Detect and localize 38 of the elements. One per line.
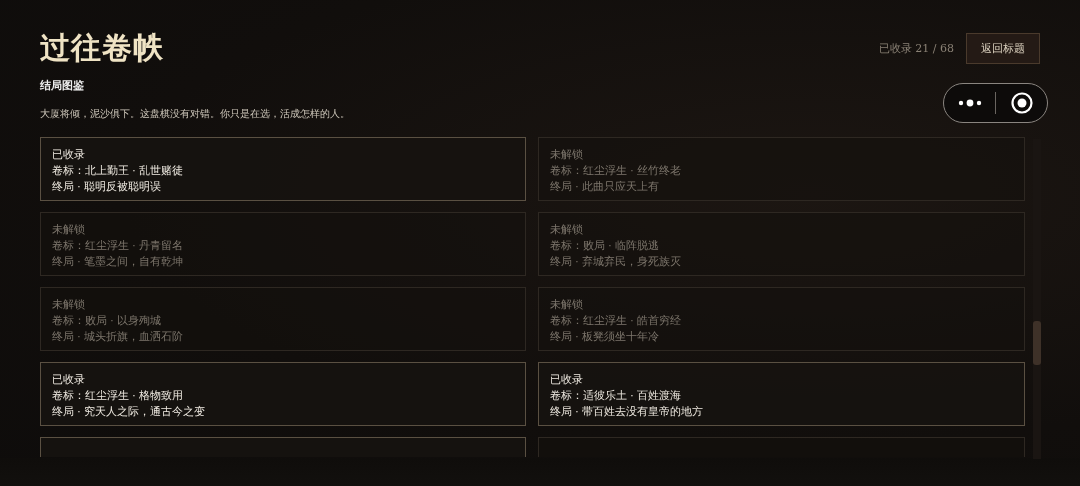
ending-label: 终局 · 聪明反被聪明误: [52, 179, 162, 194]
back-to-title-button[interactable]: 返回标题: [966, 32, 1040, 64]
status-label: 未解锁: [52, 297, 86, 312]
ending-label: 终局 · 城头折旗，血洒石阶: [52, 329, 184, 344]
ending-card[interactable]: 已收录 卷标：红尘浮生 · 格物致用 终局 · 究天人之际，通古今之变: [40, 362, 526, 426]
ending-card[interactable]: 未解锁 卷标：红尘浮生 · 丹青留名 终局 · 笔墨之间，自有乾坤: [40, 212, 526, 276]
ending-label: 终局 · 板凳须坐十年冷: [550, 329, 660, 344]
more-icon[interactable]: [957, 99, 982, 107]
description-text: 大厦将倾，泥沙俱下。这盘棋没有对错。你只是在选，活成怎样的人。: [40, 107, 350, 121]
ending-label: 终局 · 究天人之际，通古今之变: [52, 404, 206, 419]
volume-label: 卷标：适彼乐土 · 百姓渡海: [550, 388, 682, 403]
status-label: 已收录: [52, 147, 86, 162]
status-label: 已收录: [52, 372, 86, 387]
ending-label: 终局 · 带百姓去没有皇帝的地方: [550, 404, 704, 419]
ending-card[interactable]: 未解锁 卷标：红尘浮生 · 丝竹终老 终局 · 此曲只应天上有: [538, 137, 1025, 201]
ending-card[interactable]: 未解锁 卷标：败局 · 临阵脱逃 终局 · 弃城弃民，身死族灭: [538, 212, 1025, 276]
status-label: 未解锁: [550, 222, 584, 237]
ending-label: 终局 · 弃城弃民，身死族灭: [550, 254, 682, 269]
volume-label: 卷标：败局 · 以身殉城: [52, 313, 162, 328]
volume-label: 卷标：红尘浮生 · 丝竹终老: [550, 163, 682, 178]
status-label: 已收录: [550, 372, 584, 387]
ending-label: 终局 · 笔墨之间，自有乾坤: [52, 254, 184, 269]
ending-card[interactable]: 未解锁 卷标：红尘浮生 · 皓首穷经 终局 · 板凳须坐十年冷: [538, 287, 1025, 351]
status-label: 未解锁: [550, 297, 584, 312]
section-subtitle: 结局图鉴: [40, 78, 84, 93]
volume-label: 卷标：红尘浮生 · 丹青留名: [52, 238, 184, 253]
ending-card[interactable]: 已收录 卷标：适彼乐土 · 百姓渡海 终局 · 带百姓去没有皇帝的地方: [538, 362, 1025, 426]
close-icon[interactable]: [1010, 92, 1033, 114]
status-label: 未解锁: [52, 222, 86, 237]
ending-card[interactable]: 已收录 卷标：北上勤王 · 乱世赌徒 终局 · 聪明反被聪明误: [40, 137, 526, 201]
ending-label: 终局 · 此曲只应天上有: [550, 179, 660, 194]
volume-label: 卷标：红尘浮生 · 格物致用: [52, 388, 184, 403]
volume-label: 卷标：败局 · 临阵脱逃: [550, 238, 660, 253]
volume-label: 卷标：北上勤王 · 乱世赌徒: [52, 163, 184, 178]
volume-label: 卷标：红尘浮生 · 皓首穷经: [550, 313, 682, 328]
ending-card[interactable]: 未解锁 卷标：败局 · 以身殉城 终局 · 城头折旗，血洒石阶: [40, 287, 526, 351]
page-title: 过往卷帙: [40, 29, 164, 67]
status-label: 未解锁: [550, 147, 584, 162]
